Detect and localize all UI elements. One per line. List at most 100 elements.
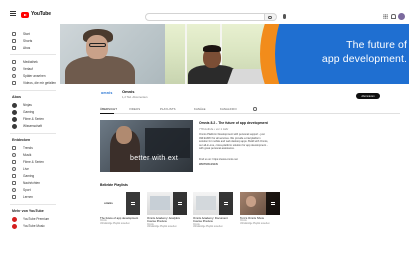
sidebar-divider xyxy=(10,90,56,91)
sidebar-item-label: Gaming xyxy=(23,110,35,114)
microphone-icon[interactable] xyxy=(283,14,286,19)
sidebar-item-sub[interactable]: Wissenschaft xyxy=(11,123,42,129)
tab-overview[interactable]: ÜBERSICHT xyxy=(100,107,117,111)
menu-icon[interactable] xyxy=(10,11,16,16)
sidebar-item-label: Wissenschaft xyxy=(23,124,42,128)
sidebar-more-heading: Mehr von YouTube xyxy=(12,209,44,213)
featured-video-thumbnail[interactable]: better with ext xyxy=(100,120,193,172)
sidebar-item-label: Shorts xyxy=(23,39,33,43)
sidebar-item-label: Abos xyxy=(23,46,31,50)
sidebar-item-label: Mediathek xyxy=(23,60,38,64)
playlist-view-all-link[interactable]: Vollständige Playlist ansehen xyxy=(147,226,187,228)
playlist-title[interactable]: Omnis Academy: Analytics Course Preview xyxy=(147,216,187,224)
playlist-icon xyxy=(131,202,135,205)
playlist-card[interactable]: omnis The future of app development Omni… xyxy=(100,192,140,225)
sidebar-item-label: YouTube Music xyxy=(23,224,45,228)
search-icon[interactable] xyxy=(253,107,257,111)
shorts-icon xyxy=(12,39,16,43)
sidebar-item-explore[interactable]: Filme & Serien xyxy=(12,159,44,165)
watch-later-icon xyxy=(12,74,16,78)
subscribe-button[interactable]: Abonnieren xyxy=(356,93,380,99)
sidebar-item-explore[interactable]: Live xyxy=(12,166,29,172)
youtube-premium-icon xyxy=(11,216,17,222)
playlist-thumbnail[interactable] xyxy=(193,192,233,215)
sidebar-item-subscriptions[interactable]: Abos xyxy=(12,45,30,51)
channel-banner: The future of app development. xyxy=(60,24,409,84)
sidebar-item-history[interactable]: Verlauf xyxy=(12,66,33,72)
sidebar-item-youtube-premium[interactable]: YouTube Premium xyxy=(11,216,49,222)
sidebar-item-label: Sport xyxy=(23,188,31,192)
subscriptions-icon xyxy=(12,46,16,50)
sidebar-subs-heading: Abos xyxy=(12,95,21,99)
trending-icon xyxy=(12,146,16,150)
sidebar-item-explore[interactable]: Musik xyxy=(12,152,31,158)
banner-headline-line2: app development. xyxy=(321,53,407,65)
sidebar-item-library[interactable]: Mediathek xyxy=(12,59,38,65)
youtube-logo-text[interactable]: YouTube xyxy=(31,11,51,17)
tab-about[interactable]: KANALINFO xyxy=(220,107,237,111)
sidebar-item-label: Gaming xyxy=(23,174,35,178)
sidebar-divider xyxy=(10,204,56,205)
movies-icon xyxy=(12,160,16,164)
featured-video-link[interactable]: Find us on: https://www.omnis.net xyxy=(199,158,238,161)
sidebar-item-watch-later[interactable]: Später ansehen xyxy=(12,73,46,79)
sidebar-divider xyxy=(10,54,56,55)
playlist-view-all-link[interactable]: Vollständige Playlist ansehen xyxy=(240,223,280,225)
playlist-card[interactable]: Omnis Academy: Analytics Course Preview … xyxy=(147,192,187,228)
active-tab-indicator xyxy=(100,113,114,114)
read-more-link[interactable]: WEITERLESEN xyxy=(199,163,218,166)
live-icon xyxy=(12,167,16,171)
home-icon xyxy=(12,32,16,36)
channel-avatar-icon xyxy=(11,109,17,115)
notifications-icon[interactable] xyxy=(391,14,396,19)
sidebar-item-label: Verlauf xyxy=(23,67,33,71)
sidebar-item-youtube-music[interactable]: YouTube Music xyxy=(11,223,45,229)
featured-video-meta: 778 Aufrufe • vor 1 Jahr xyxy=(199,127,229,131)
sidebar-item-explore[interactable]: Lernen xyxy=(12,194,33,200)
playlist-view-all-link[interactable]: Vollständige Playlist ansehen xyxy=(193,226,233,228)
tab-videos[interactable]: VIDEOS xyxy=(129,107,140,111)
sidebar-item-explore[interactable]: Gaming xyxy=(12,173,34,179)
sidebar-item-explore[interactable]: Trends xyxy=(12,145,33,151)
sidebar-item-explore[interactable]: Sport xyxy=(12,187,31,193)
avatar[interactable] xyxy=(398,13,405,20)
playlist-title[interactable]: Omnis Academy: Document Course Preview xyxy=(193,216,233,224)
sidebar: Start Shorts Abos Mediathek Verlauf Spät… xyxy=(0,24,58,254)
playlist-title[interactable]: The future of app development xyxy=(100,216,140,220)
featured-video-description: Omnis Platform Development with personal… xyxy=(199,133,269,151)
search-button[interactable] xyxy=(265,13,277,21)
playlist-card[interactable]: Omnis Academy: Document Course Preview O… xyxy=(193,192,233,228)
channel-name: Omnis xyxy=(122,89,135,94)
sidebar-item-start[interactable]: Start xyxy=(12,31,30,37)
playlist-title[interactable]: Tom's Omnis Show xyxy=(240,216,280,220)
sidebar-item-sub[interactable]: Filme & Serien xyxy=(11,116,44,122)
search-box[interactable] xyxy=(145,13,265,29)
channel-subscriber-count: 1,2 Tsd. Abonnenten xyxy=(122,95,148,99)
like-icon xyxy=(12,81,16,85)
youtube-logo-icon[interactable] xyxy=(21,12,29,18)
tab-playlists[interactable]: PLAYLISTS xyxy=(160,107,176,111)
playlist-thumbnail[interactable]: omnis xyxy=(100,192,140,215)
channel-logo[interactable]: omnis xyxy=(101,91,117,97)
sidebar-item-sub[interactable]: Gaming xyxy=(11,109,35,115)
channel-avatar-icon xyxy=(11,123,17,129)
sidebar-item-label: Lernen xyxy=(23,195,33,199)
news-icon xyxy=(12,181,16,185)
playlist-view-all-link[interactable]: Vollständige Playlist ansehen xyxy=(100,223,140,225)
playlist-thumbnail[interactable] xyxy=(240,192,280,215)
sidebar-item-explore[interactable]: Nachrichten xyxy=(12,180,40,186)
sidebar-item-label: Ninjas xyxy=(23,103,32,107)
playlist-thumbnail[interactable] xyxy=(147,192,187,215)
featured-video-title[interactable]: Omnis 8.2 - The future of app developmen… xyxy=(199,121,268,125)
gaming-icon xyxy=(12,174,16,178)
sidebar-item-liked-videos[interactable]: Videos, die mir gefallen xyxy=(12,80,56,86)
search-icon xyxy=(268,15,272,19)
sidebar-item-sub[interactable]: Ninjas xyxy=(11,102,32,108)
playlist-card[interactable]: Tom's Omnis Show Omnis Vollständige Play… xyxy=(240,192,280,225)
sidebar-item-label: Start xyxy=(23,32,30,36)
sidebar-item-shorts[interactable]: Shorts xyxy=(12,38,32,44)
banner-headline: The future of app development. xyxy=(297,38,407,66)
tab-channels[interactable]: KANÄLE xyxy=(194,107,206,111)
sidebar-item-label: Musik xyxy=(23,153,32,157)
apps-icon[interactable] xyxy=(383,14,388,19)
